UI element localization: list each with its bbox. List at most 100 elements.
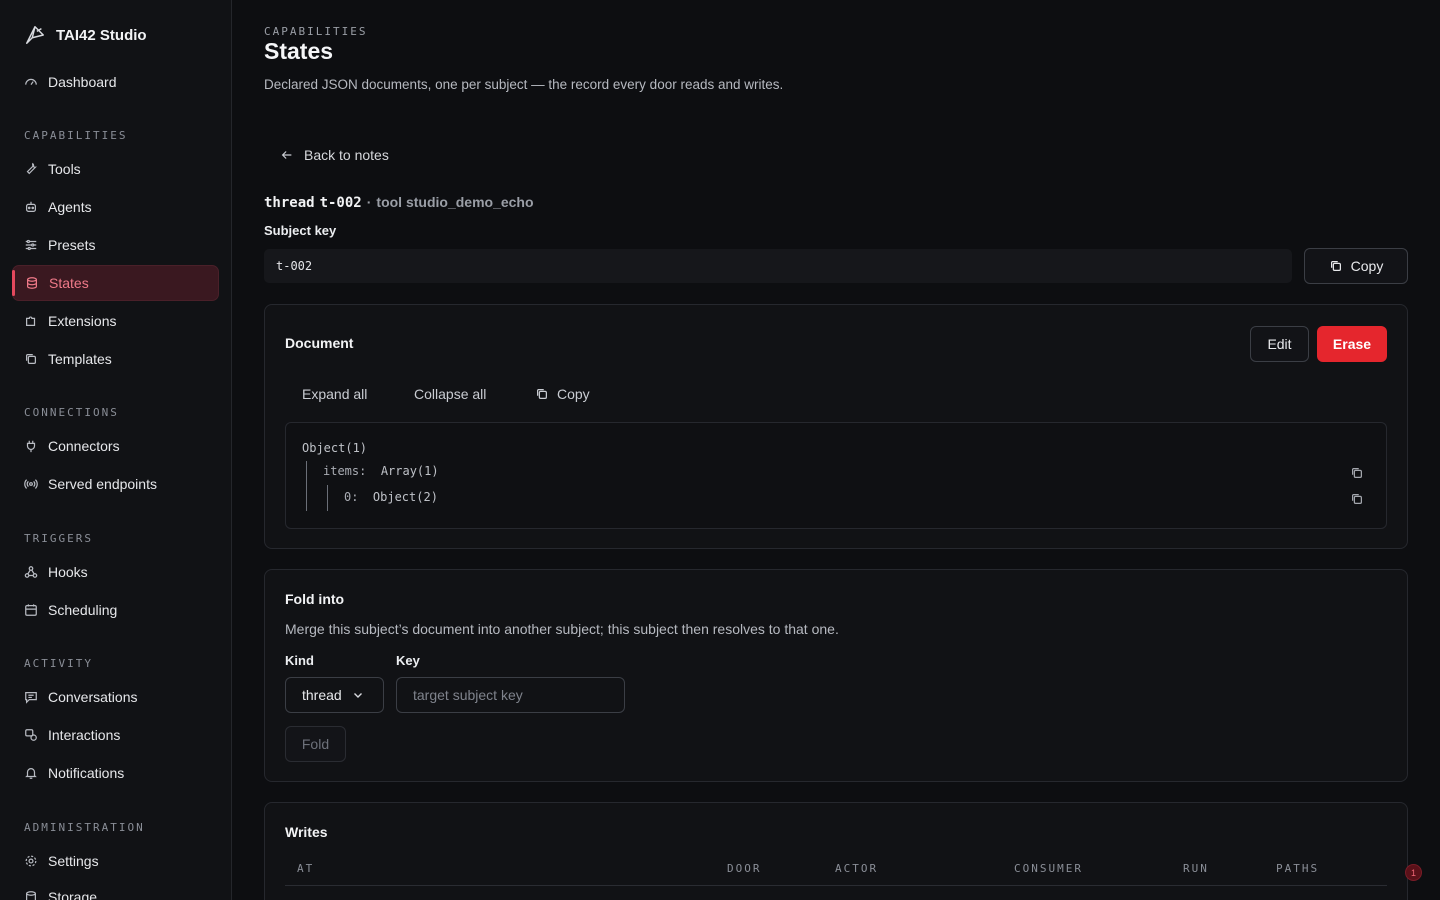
copy-subject-key-button[interactable]: Copy: [1304, 248, 1408, 284]
page-title: States: [264, 38, 334, 64]
section-label-activity: ACTIVITY: [24, 657, 93, 670]
kind-value: thread: [302, 687, 342, 703]
webhook-icon: [24, 565, 38, 579]
sidebar-item-scheduling[interactable]: Scheduling: [12, 592, 219, 628]
sidebar-item-hooks[interactable]: Hooks: [12, 554, 219, 590]
section-label-capabilities: CAPABILITIES: [24, 129, 128, 142]
subject-key-field: t-002: [264, 249, 1292, 283]
wrench-icon: [24, 162, 38, 176]
gear-icon: [24, 854, 38, 868]
copy-icon: [1330, 261, 1341, 271]
copy-icon[interactable]: [1350, 466, 1364, 480]
column-header-door[interactable]: DOOR: [727, 862, 762, 875]
column-header-paths[interactable]: PATHS: [1276, 862, 1319, 875]
sidebar-item-templates[interactable]: Templates: [12, 341, 219, 377]
kind-label: Kind: [285, 653, 314, 668]
target-key-input[interactable]: [396, 677, 625, 713]
message-icon: [24, 690, 38, 704]
json-tree: Object(1) items: Array(1) 0: Object(2): [285, 422, 1387, 529]
sidebar-item-tools[interactable]: Tools: [12, 151, 219, 187]
sidebar-item-label: Hooks: [48, 564, 88, 580]
tree-row-item-0[interactable]: 0: Object(2): [344, 490, 438, 504]
sidebar-item-label: Storage: [48, 889, 98, 900]
bell-icon: [24, 766, 38, 780]
column-header-actor[interactable]: ACTOR: [835, 862, 878, 875]
section-label-connections: CONNECTIONS: [24, 406, 119, 419]
sidebar-item-dashboard[interactable]: Dashboard: [12, 64, 219, 100]
copy-label: Copy: [1350, 258, 1384, 274]
fold-description: Merge this subject’s document into anoth…: [285, 621, 839, 637]
sidebar-item-label: Presets: [48, 237, 96, 253]
sidebar-item-settings[interactable]: Settings: [12, 843, 219, 879]
notification-badge[interactable]: 1: [1405, 864, 1422, 881]
erase-button[interactable]: Erase: [1317, 326, 1387, 362]
copy-icon[interactable]: [1350, 492, 1364, 506]
expand-all-button[interactable]: Expand all: [302, 386, 367, 402]
sidebar-item-presets[interactable]: Presets: [12, 227, 219, 263]
interactions-icon: [24, 728, 38, 742]
sidebar: TAI42 Studio Dashboard CAPABILITIES Tool…: [0, 0, 232, 900]
column-header-run[interactable]: RUN: [1183, 862, 1209, 875]
tree-value: Array(1): [380, 464, 439, 478]
copy-icon: [24, 352, 38, 366]
tree-guide: [327, 485, 328, 511]
subject-key-label: Subject key: [264, 223, 337, 238]
sidebar-item-label: Dashboard: [48, 74, 117, 90]
kind-select[interactable]: thread: [285, 677, 384, 713]
sidebar-item-label: Scheduling: [48, 602, 118, 618]
sidebar-item-label: Notifications: [48, 765, 125, 781]
tree-key: items:: [323, 464, 367, 478]
sidebar-item-interactions[interactable]: Interactions: [12, 717, 219, 753]
bot-icon: [24, 200, 38, 214]
sidebar-item-label: Connectors: [48, 438, 120, 454]
calendar-icon: [24, 603, 38, 617]
separator: ·: [366, 194, 372, 210]
tree-guide: [306, 461, 307, 511]
back-label: Back to notes: [304, 147, 389, 163]
fold-title: Fold into: [285, 591, 345, 607]
sidebar-item-label: Extensions: [48, 313, 117, 329]
sidebar-item-storage[interactable]: Storage: [12, 879, 219, 900]
document-title: Document: [285, 335, 354, 351]
column-header-at[interactable]: AT: [297, 862, 314, 875]
copy-icon: [537, 389, 547, 399]
fold-button[interactable]: Fold: [285, 726, 346, 762]
sidebar-item-label: Agents: [48, 199, 92, 215]
logo-icon: [26, 26, 44, 44]
section-label-triggers: TRIGGERS: [24, 532, 93, 545]
column-header-consumer[interactable]: CONSUMER: [1014, 862, 1083, 875]
writes-title: Writes: [285, 824, 328, 840]
collapse-all-button[interactable]: Collapse all: [414, 386, 486, 402]
sidebar-item-conversations[interactable]: Conversations: [12, 679, 219, 715]
brand[interactable]: TAI42 Studio: [24, 24, 147, 46]
subject-tool: tool studio_demo_echo: [376, 194, 534, 210]
sidebar-item-connectors[interactable]: Connectors: [12, 428, 219, 464]
document-card: Document Edit Erase Expand all Collapse …: [264, 304, 1408, 549]
fold-into-card: Fold into Merge this subject’s document …: [264, 569, 1408, 782]
sidebar-item-notifications[interactable]: Notifications: [12, 755, 219, 791]
tree-root[interactable]: Object(1): [302, 441, 367, 455]
tree-row-items[interactable]: items: Array(1): [323, 464, 439, 478]
key-label: Key: [396, 653, 420, 668]
copy-document-button[interactable]: Copy: [535, 386, 590, 402]
sidebar-item-label: Served endpoints: [48, 476, 157, 492]
sidebar-item-states[interactable]: States: [12, 265, 219, 301]
subject-key: t-002: [319, 195, 362, 211]
plug-icon: [24, 439, 38, 453]
radio-icon: [24, 477, 38, 491]
sidebar-item-agents[interactable]: Agents: [12, 189, 219, 225]
back-to-notes-link[interactable]: Back to notes: [280, 147, 389, 163]
sidebar-item-label: Templates: [48, 351, 112, 367]
brand-name: TAI42 Studio: [56, 26, 147, 44]
puzzle-icon: [24, 314, 38, 328]
tree-value: Object(2): [372, 490, 438, 504]
sidebar-item-extensions[interactable]: Extensions: [12, 303, 219, 339]
subject-heading: thread t-002 · tool studio_demo_echo: [264, 194, 534, 211]
table-header-divider: [285, 885, 1387, 886]
sidebar-item-label: States: [49, 275, 89, 291]
sidebar-item-label: Settings: [48, 853, 99, 869]
sidebar-item-served-endpoints[interactable]: Served endpoints: [12, 466, 219, 502]
gauge-icon: [24, 75, 38, 89]
edit-button[interactable]: Edit: [1250, 326, 1309, 362]
page-description: Declared JSON documents, one per subject…: [264, 77, 784, 92]
